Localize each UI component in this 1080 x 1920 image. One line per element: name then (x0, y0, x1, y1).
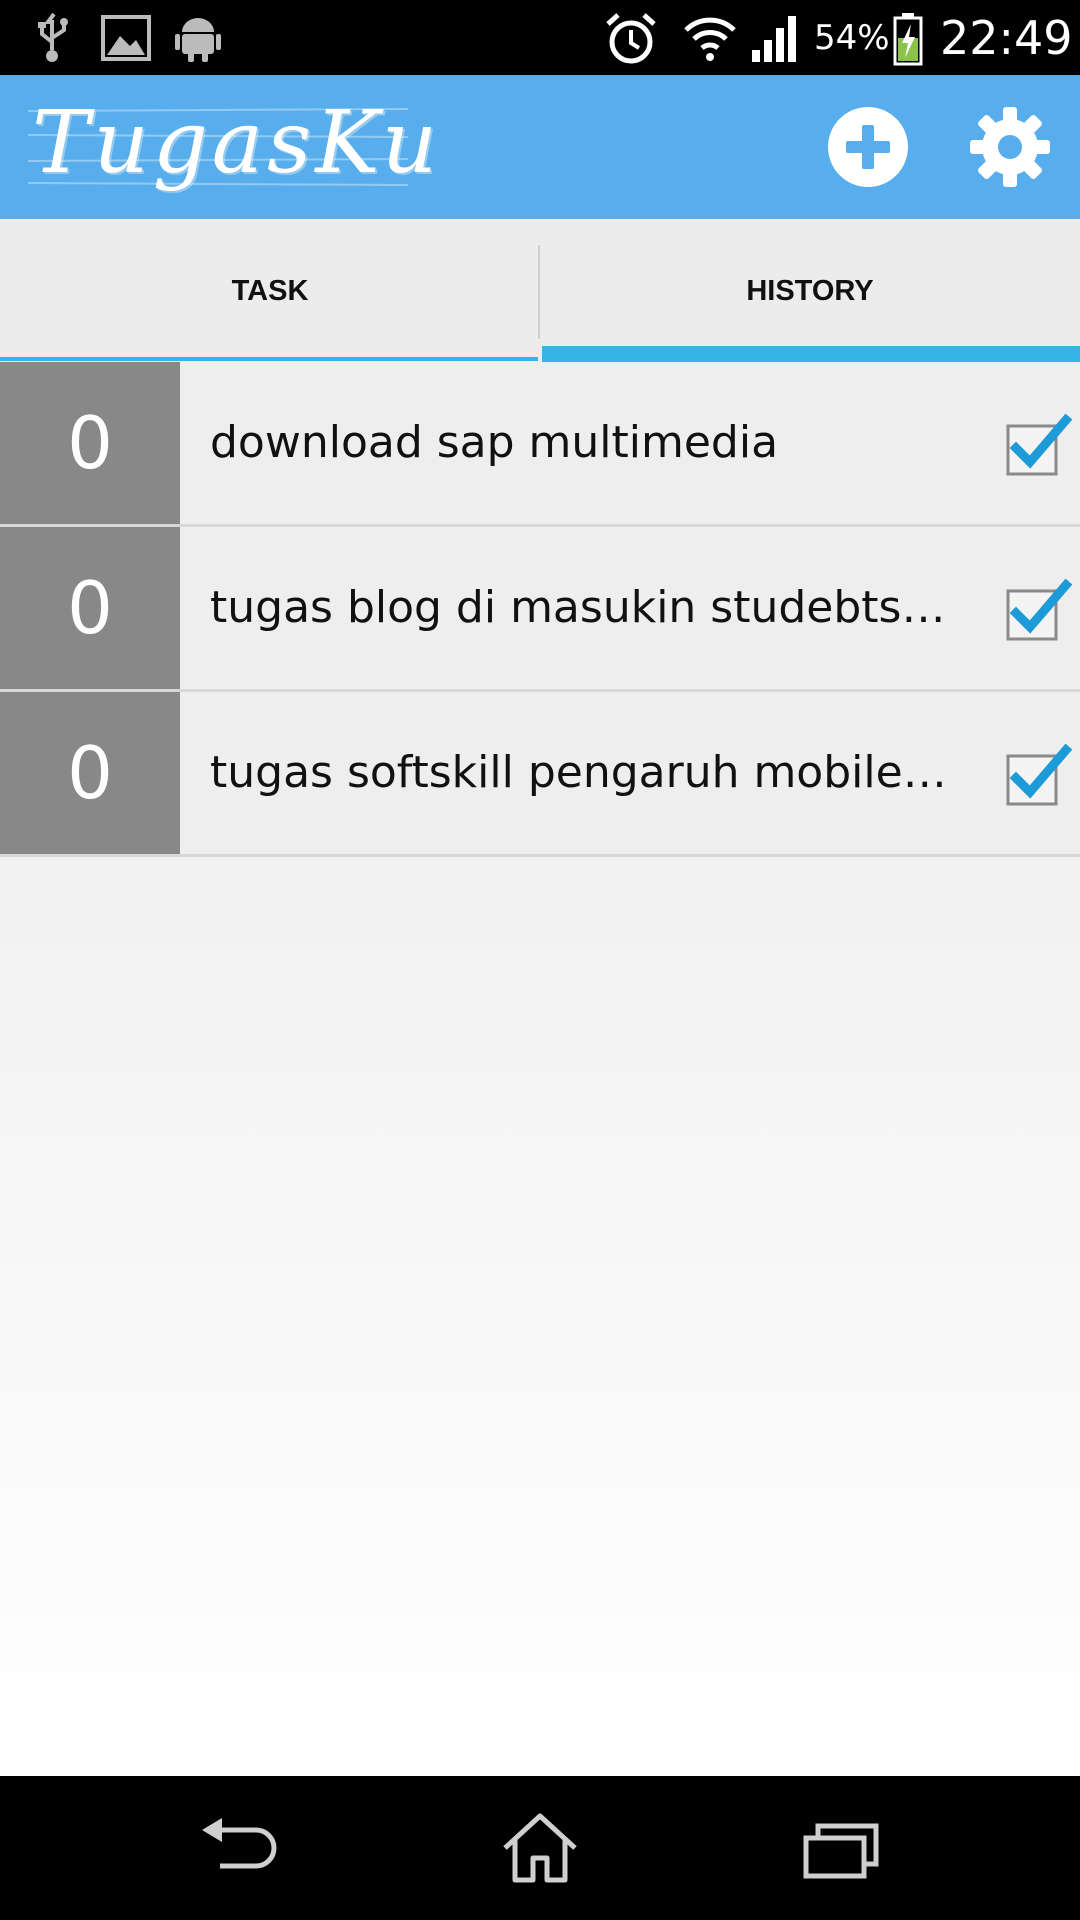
tab-task[interactable]: TASK (0, 219, 540, 363)
battery-percent: 54% (814, 18, 890, 58)
tab-history-label: HISTORY (746, 275, 874, 307)
alarm-icon (606, 13, 656, 64)
checkbox-checked-icon[interactable] (1000, 577, 1072, 649)
image-icon (101, 15, 151, 61)
back-icon[interactable] (196, 1808, 286, 1888)
task-count: 0 (0, 362, 180, 524)
clock: 22:49 (940, 11, 1073, 65)
task-count: 0 (0, 692, 180, 854)
task-title: tugas blog di masukin studebtsite (210, 582, 950, 633)
tab-task-label: TASK (231, 275, 309, 307)
checkbox-checked-icon[interactable] (1000, 742, 1072, 814)
add-icon[interactable] (826, 105, 910, 189)
tab-bar: TASK HISTORY (0, 219, 1080, 363)
battery-charging-icon (893, 13, 923, 66)
task-title: tugas softskill pengaruh mobile co... (210, 747, 950, 798)
action-bar: TugasKu (0, 75, 1080, 219)
home-icon[interactable] (495, 1808, 585, 1888)
android-icon (175, 18, 221, 62)
wifi-icon (684, 17, 736, 61)
navigation-bar (0, 1776, 1080, 1920)
list-item[interactable]: 0 tugas softskill pengaruh mobile co... (0, 692, 1080, 857)
status-bar: 54% 22:49 (0, 0, 1080, 75)
recent-apps-icon[interactable] (796, 1808, 886, 1888)
checkbox-checked-icon[interactable] (1000, 412, 1072, 484)
settings-icon[interactable] (968, 105, 1052, 189)
task-title: download sap multimedia (210, 417, 779, 468)
usb-icon (38, 12, 68, 62)
tab-history[interactable]: HISTORY (540, 219, 1080, 363)
task-list: 0 download sap multimedia 0 tugas blog d… (0, 362, 1080, 857)
app-title: TugasKu (32, 93, 441, 193)
tab-history-indicator (542, 346, 1080, 362)
tab-task-indicator (0, 357, 538, 361)
list-item[interactable]: 0 download sap multimedia (0, 362, 1080, 527)
signal-icon (752, 16, 796, 62)
list-item[interactable]: 0 tugas blog di masukin studebtsite (0, 527, 1080, 692)
task-count: 0 (0, 527, 180, 689)
app-logo: TugasKu (28, 87, 437, 205)
